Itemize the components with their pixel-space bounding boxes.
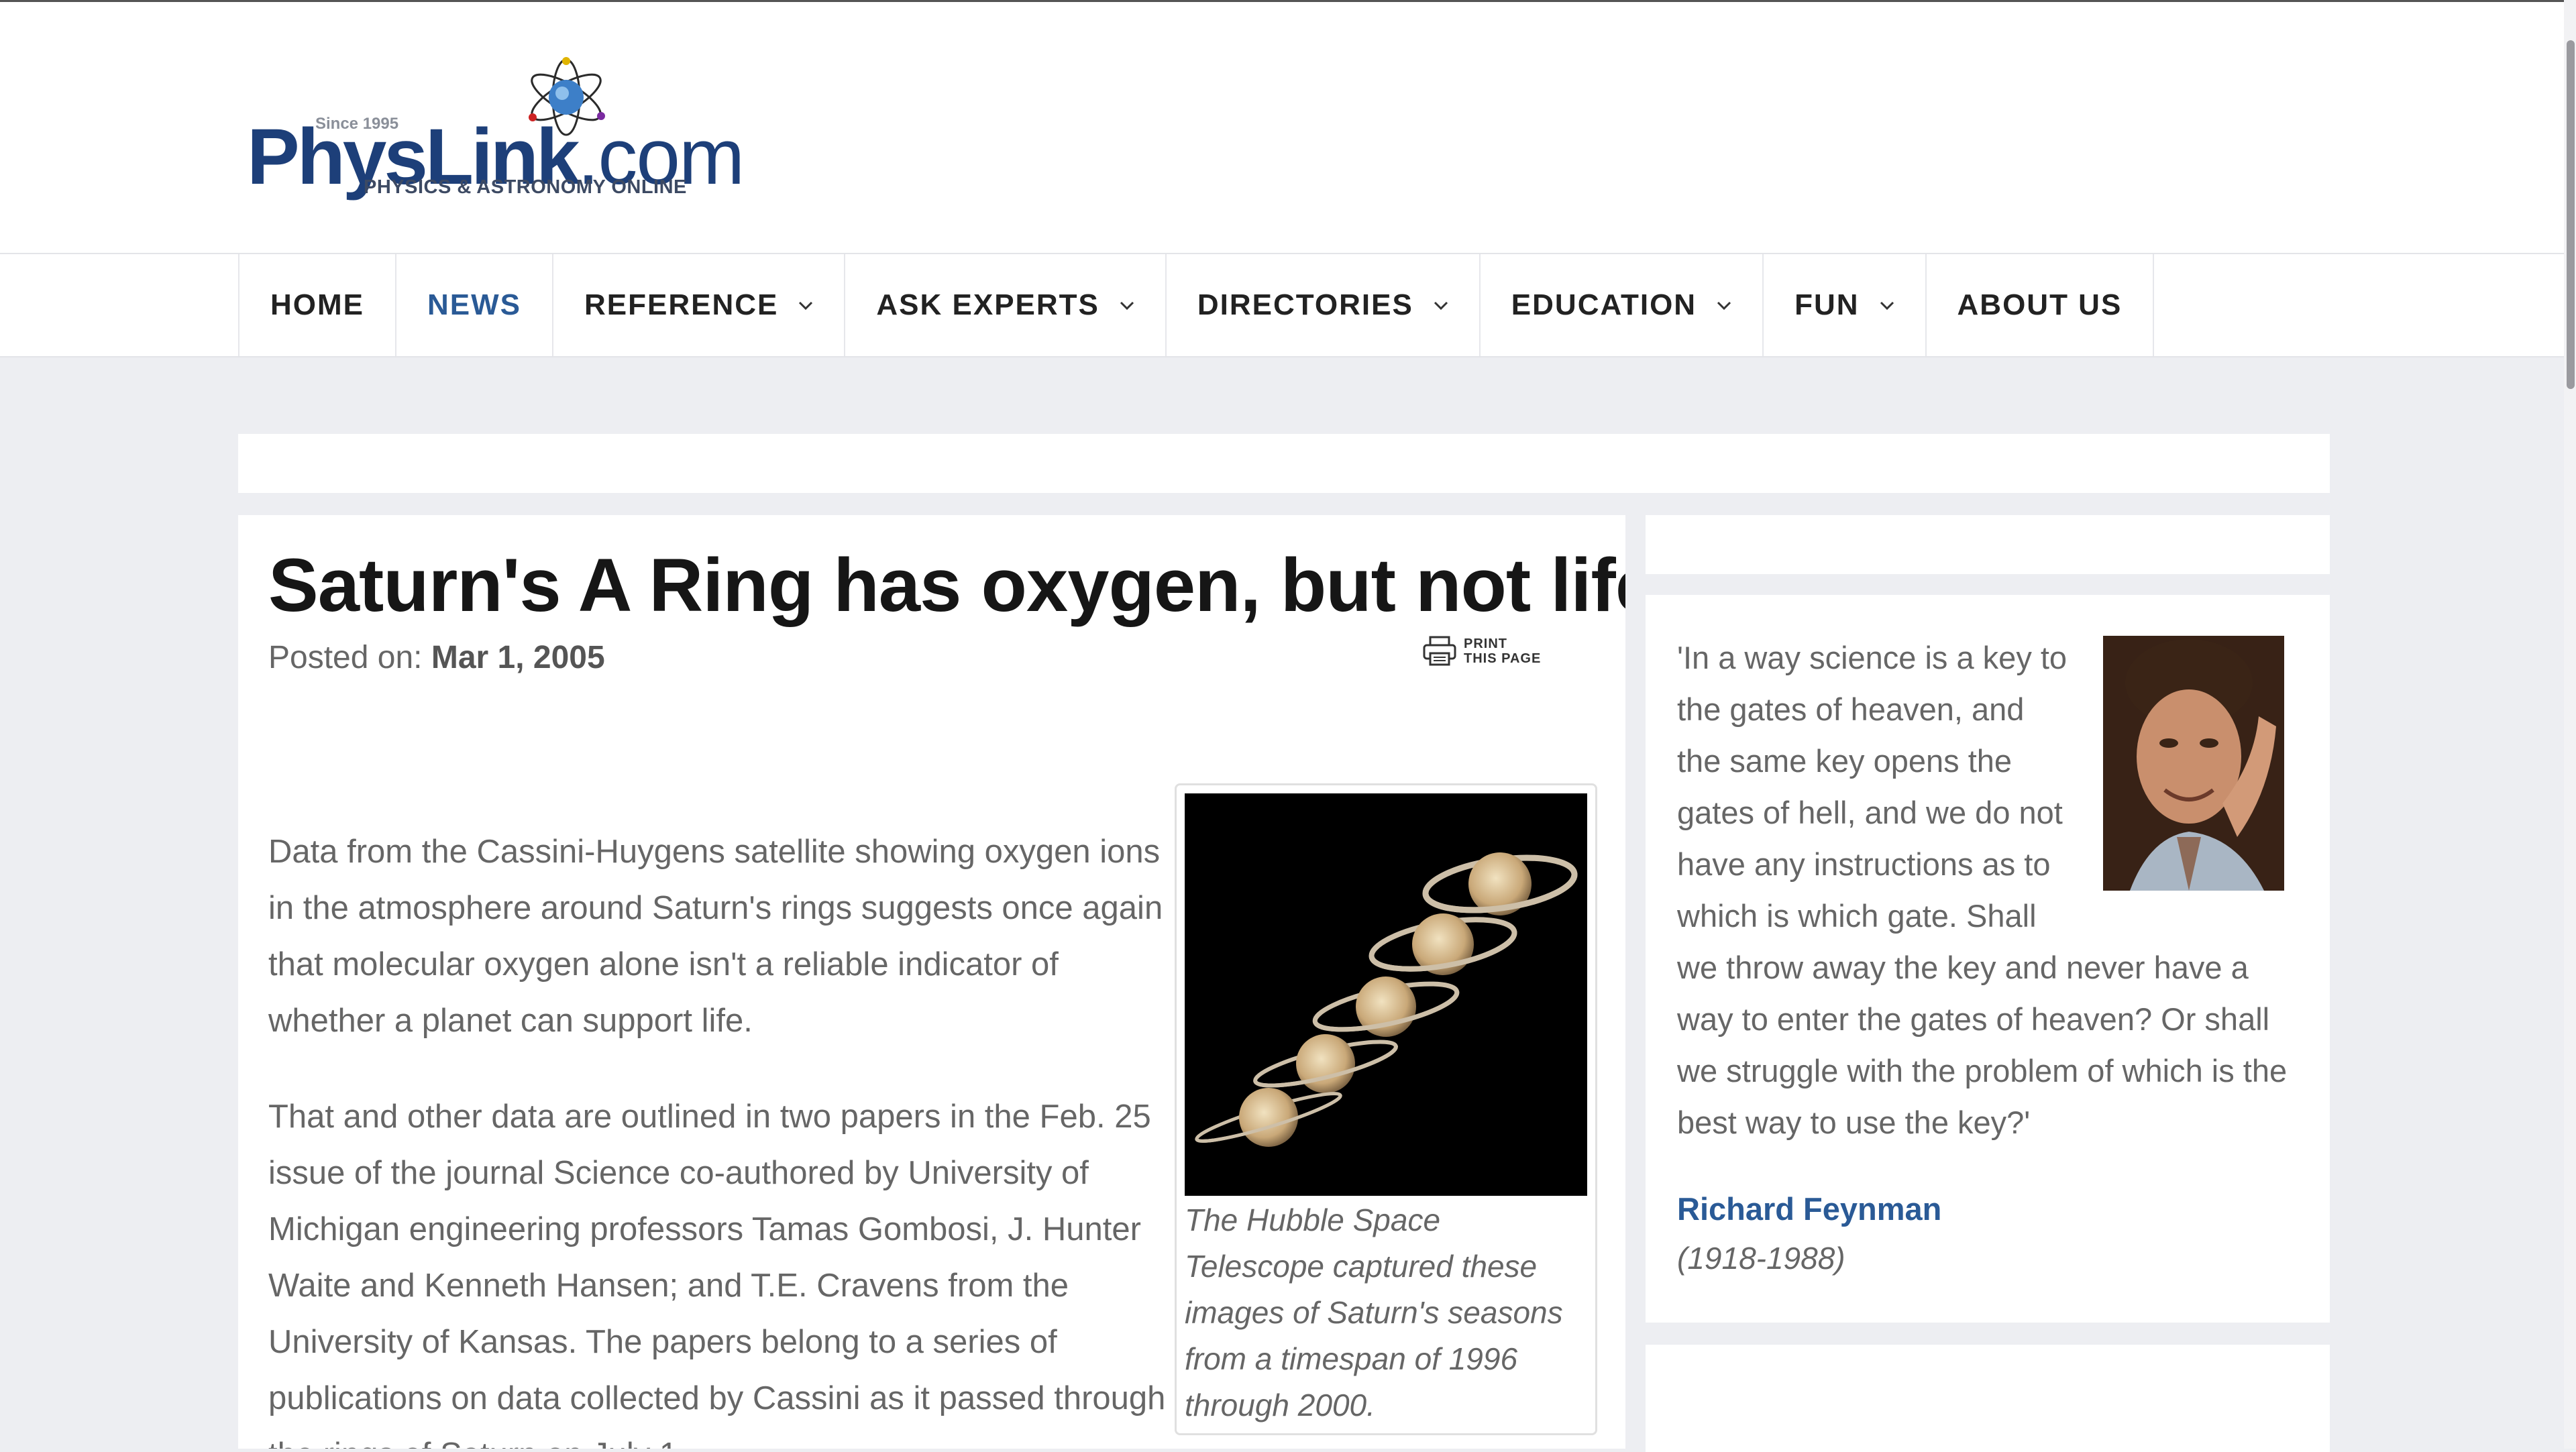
chevron-down-icon: [799, 301, 813, 311]
print-label-line1: PRINT: [1464, 636, 1507, 651]
print-page-button[interactable]: PRINT THIS PAGE: [1422, 636, 1541, 667]
nav-label: NEWS: [427, 288, 521, 321]
article-paragraph: Data from the Cassini-Huygens satellite …: [268, 834, 1163, 1039]
nav-item-about-us[interactable]: ABOUT US: [1927, 254, 2155, 356]
page-title: Saturn's A Ring has oxygen, but not life: [268, 543, 1625, 627]
posted-date-value: Mar 1, 2005: [431, 640, 605, 675]
article-card: Saturn's A Ring has oxygen, but not life…: [238, 515, 1625, 1449]
nav-item-news[interactable]: NEWS: [396, 254, 553, 356]
nav-item-home[interactable]: HOME: [239, 254, 396, 356]
nav-label: ABOUT US: [1957, 288, 2123, 321]
quote-author-years: (1918-1988): [1677, 1241, 1845, 1276]
scrollbar-thumb[interactable]: [2567, 40, 2575, 389]
nav-label: EDUCATION: [1511, 288, 1697, 321]
figure-caption: The Hubble Space Telescope captured thes…: [1185, 1203, 1563, 1422]
site-logo[interactable]: Since 1995 PhysLink.com PHYSICS & ASTRON…: [241, 56, 745, 203]
nav-item-directories[interactable]: DIRECTORIES: [1167, 254, 1481, 356]
nav-label: REFERENCE: [584, 288, 779, 321]
nav-label: FUN: [1794, 288, 1860, 321]
nav-label: ASK EXPERTS: [876, 288, 1099, 321]
nav-item-ask-experts[interactable]: ASK EXPERTS: [845, 254, 1167, 356]
main-nav: HOME NEWS REFERENCE ASK EXPERTS DIRECTOR…: [0, 253, 2576, 357]
nav-item-education[interactable]: EDUCATION: [1481, 254, 1764, 356]
chevron-down-icon: [1880, 301, 1894, 311]
sidebar-placeholder: [1646, 515, 2330, 574]
chevron-down-icon: [1120, 301, 1134, 311]
posted-label: Posted on:: [268, 640, 431, 675]
article-paragraph: That and other data are outlined in two …: [268, 1099, 1166, 1449]
nav-item-reference[interactable]: REFERENCE: [553, 254, 846, 356]
logo-tagline: PHYSICS & ASTRONOMY ONLINE: [364, 176, 687, 198]
quote-widget: 'In a way science is a key to the gates …: [1646, 595, 2330, 1323]
printer-icon: [1423, 636, 1456, 666]
chevron-down-icon: [1717, 301, 1731, 311]
posted-date: Posted on: Mar 1, 2005: [268, 639, 605, 676]
print-label: PRINT THIS PAGE: [1464, 636, 1541, 666]
sidebar-widget: [1646, 1345, 2330, 1452]
quote-author-link[interactable]: Richard Feynman: [1677, 1190, 1941, 1227]
author-portrait: [2103, 636, 2284, 891]
nav-item-fun[interactable]: FUN: [1764, 254, 1927, 356]
nav-label: DIRECTORIES: [1197, 288, 1413, 321]
site-header: Since 1995 PhysLink.com PHYSICS & ASTRON…: [0, 2, 2576, 253]
nav-label: HOME: [270, 288, 364, 321]
nav-menu: HOME NEWS REFERENCE ASK EXPERTS DIRECTOR…: [238, 254, 2155, 356]
scrollbar[interactable]: [2564, 0, 2576, 1449]
print-label-line2: THIS PAGE: [1464, 651, 1542, 666]
saturn-seasons-image: [1185, 793, 1587, 1196]
quote-block: 'In a way science is a key to the gates …: [1677, 632, 2304, 1148]
chevron-down-icon: [1434, 301, 1448, 311]
banner-placeholder: [238, 434, 2330, 493]
article-figure: The Hubble Space Telescope captured thes…: [1175, 783, 1597, 1435]
